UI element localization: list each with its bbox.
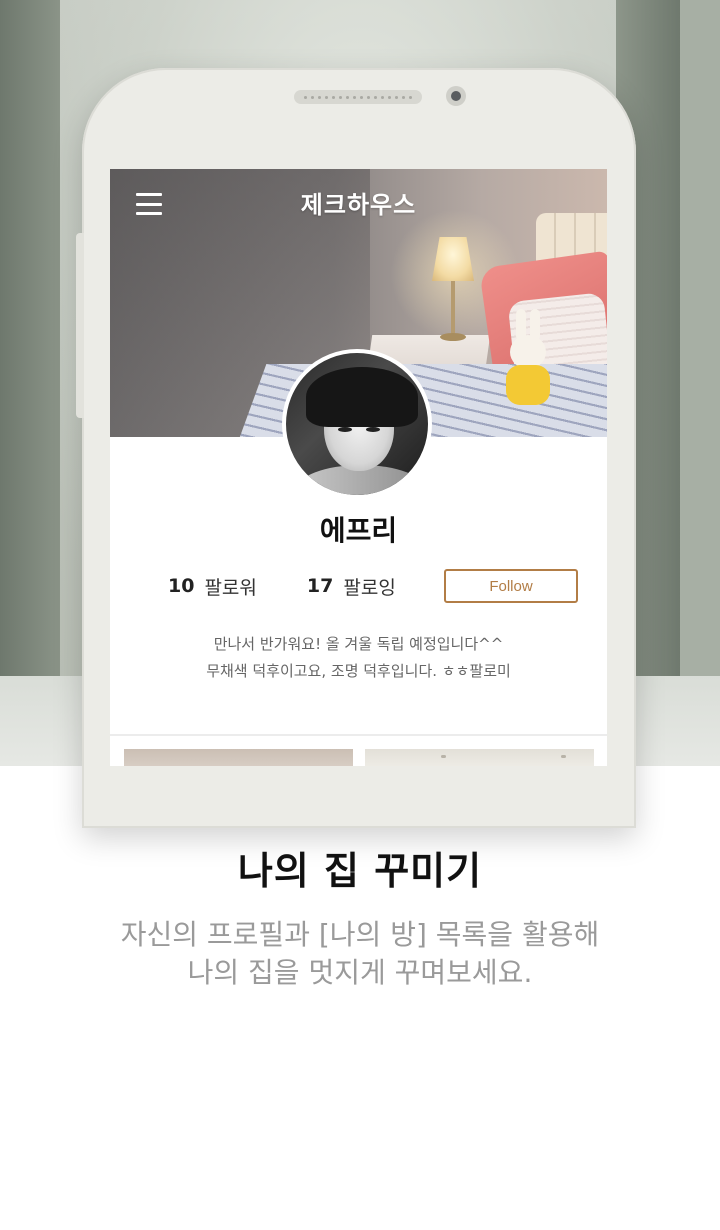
bio-line: 만나서 반가워요! 올 겨울 독립 예정입니다^^	[213, 635, 504, 653]
following-label: 팔로잉	[343, 576, 396, 599]
caption-description: 자신의 프로필과 [나의 방] 목록을 활용해 나의 집을 멋지게 꾸며보세요.	[0, 916, 720, 992]
followers-stat[interactable]: 10 팔로워	[168, 573, 257, 600]
follow-button[interactable]: Follow	[444, 569, 578, 603]
caption-description-line: 자신의 프로필과 [나의 방] 목록을 활용해	[120, 918, 600, 951]
room-thumbnail-grid	[124, 749, 594, 766]
app-screen: 제크하우스 에프리 10 팔로워 17 팔로잉 Follow 만나서 반가워요!…	[110, 169, 607, 766]
phone-camera	[446, 86, 466, 106]
window-frame-far-right	[680, 0, 720, 766]
phone-speaker	[294, 90, 422, 104]
room-thumbnail[interactable]	[124, 749, 353, 766]
phone-side-button	[76, 233, 84, 418]
window-frame-left	[0, 0, 60, 766]
followers-count: 10	[168, 575, 195, 597]
caption-title: 나의 집 꾸미기	[237, 849, 483, 893]
section-divider	[110, 734, 607, 736]
following-stat[interactable]: 17 팔로잉	[307, 573, 396, 600]
room-thumbnail[interactable]	[365, 749, 594, 766]
profile-stats: 10 팔로워 17 팔로잉	[168, 569, 446, 603]
plush-toy	[510, 335, 546, 369]
profile-username: 에프리	[319, 514, 398, 547]
followers-label: 팔로워	[204, 576, 257, 599]
caption-description-line: 나의 집을 멋지게 꾸며보세요.	[187, 956, 533, 989]
app-title: 제크하우스	[300, 191, 417, 219]
following-count: 17	[306, 575, 334, 597]
profile-avatar[interactable]	[282, 349, 432, 499]
profile-bio: 만나서 반가워요! 올 겨울 독립 예정입니다^^ 무채색 덕후이고요, 조명 …	[110, 631, 607, 685]
bio-line: 무채색 덕후이고요, 조명 덕후입니다. ㅎㅎ팔로미	[206, 662, 511, 680]
